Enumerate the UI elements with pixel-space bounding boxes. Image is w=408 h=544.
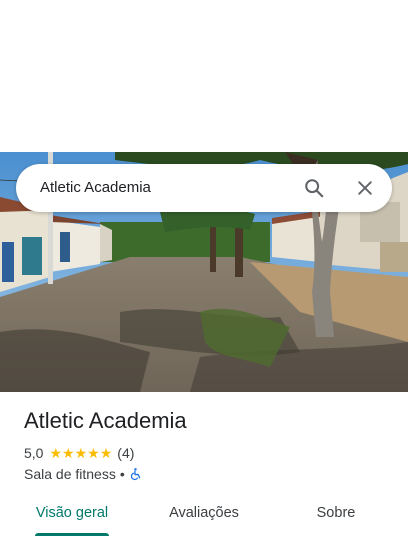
search-input[interactable]: Atletic Academia (40, 164, 151, 212)
rating-value: 5,0 (24, 445, 44, 461)
close-icon[interactable] (349, 172, 381, 204)
tab-about[interactable]: Sobre (292, 494, 380, 534)
review-count[interactable]: (4) (117, 445, 134, 461)
rating-stars: ★ ★ ★ ★ ★ (49, 446, 112, 460)
place-category: Sala de fitness (24, 466, 116, 482)
search-bar[interactable]: Atletic Academia (16, 164, 392, 212)
place-title: Atletic Academia (24, 408, 187, 433)
active-tab-indicator (35, 533, 109, 536)
star-icon: ★ (99, 445, 113, 461)
place-tabs: Visão geral Avaliações Sobre (0, 494, 408, 544)
category-row: Sala de fitness • (24, 465, 142, 483)
rating-row[interactable]: 5,0 ★ ★ ★ ★ ★ (4) (24, 444, 134, 462)
star-icon: ★ (87, 445, 100, 461)
top-blank-area (0, 0, 408, 152)
wheelchair-icon (129, 467, 142, 481)
separator-dot: • (119, 466, 125, 482)
star-icon: ★ (49, 445, 63, 461)
star-icon: ★ (74, 445, 88, 461)
tab-reviews[interactable]: Avaliações (156, 494, 252, 534)
star-icon: ★ (62, 445, 75, 461)
tab-overview[interactable]: Visão geral (24, 494, 120, 534)
search-icon[interactable] (298, 172, 330, 204)
